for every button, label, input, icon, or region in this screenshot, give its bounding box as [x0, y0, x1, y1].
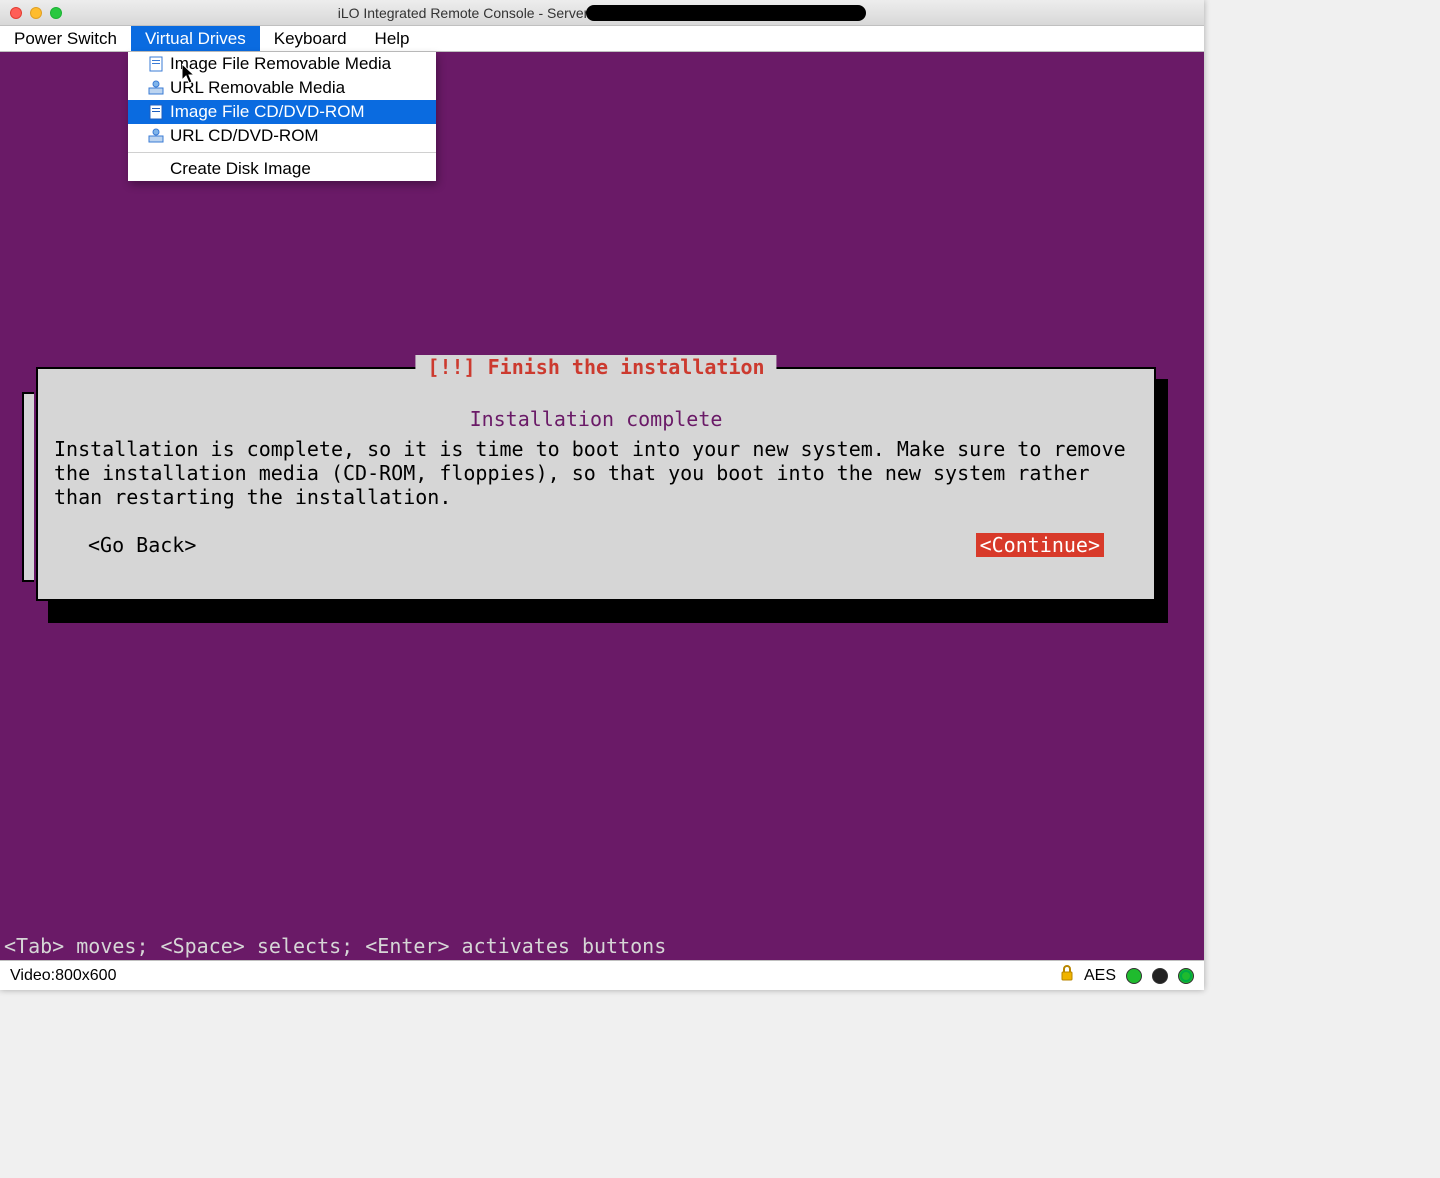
go-back-button[interactable]: <Go Back>: [88, 533, 196, 557]
dropdown-label: Create Disk Image: [170, 159, 311, 179]
virtual-drives-dropdown: Image File Removable Media URL Removable…: [128, 52, 436, 181]
dialog-frame-title: [!!] Finish the installation: [415, 355, 776, 379]
blank-icon: [148, 161, 164, 177]
keyboard-hint-text: <Tab> moves; <Space> selects; <Enter> ac…: [4, 934, 666, 958]
menu-keyboard[interactable]: Keyboard: [260, 26, 361, 51]
status-led-2: [1152, 968, 1168, 984]
remote-console-viewport[interactable]: [!!] Finish the installation Installatio…: [0, 52, 1204, 960]
network-drive-icon: [148, 128, 164, 144]
menu-label: Help: [375, 29, 410, 49]
window-title: iLO Integrated Remote Console - Server: [0, 5, 1204, 21]
power-led-icon[interactable]: [1178, 968, 1194, 984]
network-drive-icon: [148, 80, 164, 96]
titlebar: iLO Integrated Remote Console - Server: [0, 0, 1204, 26]
file-icon: [148, 56, 164, 72]
menu-label: Power Switch: [14, 29, 117, 49]
dropdown-item-create-disk-image[interactable]: Create Disk Image: [128, 157, 436, 181]
menu-help[interactable]: Help: [361, 26, 424, 51]
dropdown-label: URL Removable Media: [170, 78, 345, 98]
encryption-label: AES: [1084, 967, 1116, 985]
status-right-group: AES: [1060, 965, 1194, 986]
redacted-hostname: [586, 5, 866, 21]
status-led-1: [1126, 968, 1142, 984]
dropdown-item-url-cdrom[interactable]: URL CD/DVD-ROM: [128, 124, 436, 148]
window-controls: [0, 7, 62, 19]
zoom-window-button[interactable]: [50, 7, 62, 19]
menu-virtual-drives[interactable]: Virtual Drives: [131, 26, 260, 51]
menubar: Power Switch Virtual Drives Keyboard Hel…: [0, 26, 1204, 52]
continue-button[interactable]: <Continue>: [976, 533, 1104, 557]
menu-label: Virtual Drives: [145, 29, 246, 49]
menu-label: Keyboard: [274, 29, 347, 49]
dropdown-item-image-cdrom[interactable]: Image File CD/DVD-ROM: [128, 100, 436, 124]
close-window-button[interactable]: [10, 7, 22, 19]
installer-dialog: [!!] Finish the installation Installatio…: [36, 367, 1166, 617]
dropdown-item-image-removable[interactable]: Image File Removable Media: [128, 52, 436, 76]
minimize-window-button[interactable]: [30, 7, 42, 19]
status-bar: Video:800x600 AES: [0, 960, 1204, 990]
video-mode-label: Video:800x600: [10, 967, 116, 985]
dropdown-label: Image File Removable Media: [170, 54, 391, 74]
dialog-button-row: <Go Back> <Continue>: [54, 533, 1138, 557]
window-title-text: iLO Integrated Remote Console - Server: [338, 5, 589, 21]
app-window: iLO Integrated Remote Console - Server P…: [0, 0, 1204, 990]
menu-power-switch[interactable]: Power Switch: [0, 26, 131, 51]
lock-icon: [1060, 965, 1074, 986]
dropdown-label: URL CD/DVD-ROM: [170, 126, 319, 146]
dialog-body-text: Installation is complete, so it is time …: [54, 437, 1138, 509]
dropdown-separator: [128, 152, 436, 153]
dropdown-item-url-removable[interactable]: URL Removable Media: [128, 76, 436, 100]
dialog-left-ridge: [22, 392, 34, 582]
dialog-heading: Installation complete: [54, 407, 1138, 431]
dropdown-label: Image File CD/DVD-ROM: [170, 102, 365, 122]
file-icon: [148, 104, 164, 120]
dialog-box: [!!] Finish the installation Installatio…: [36, 367, 1156, 601]
